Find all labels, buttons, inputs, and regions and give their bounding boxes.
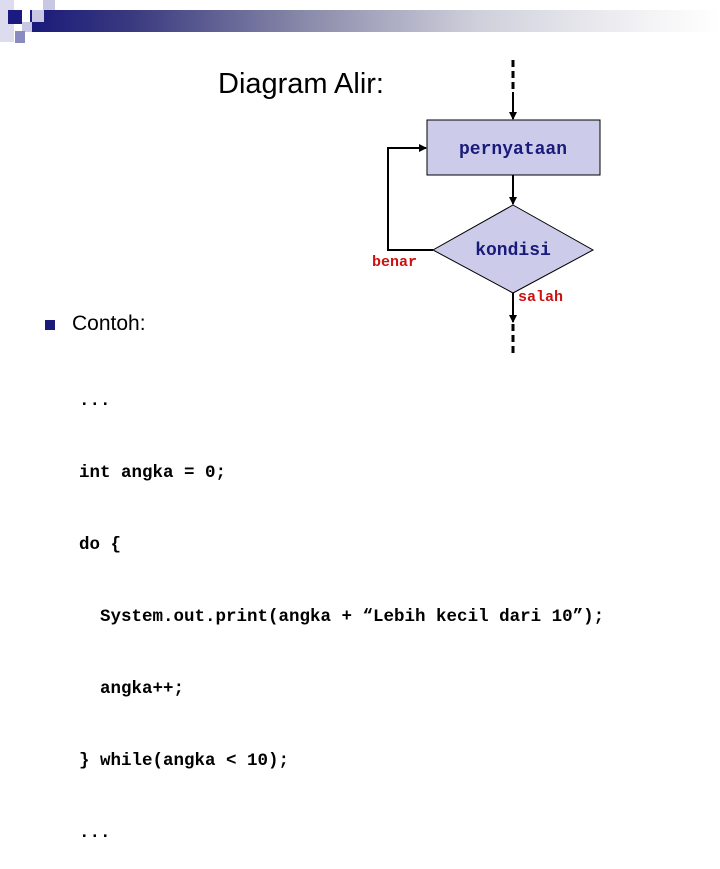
code-line: int angka = 0; <box>79 463 227 483</box>
statement-label: pernyataan <box>459 140 567 160</box>
code-block: ... int angka = 0; do { System.out.print… <box>79 341 604 869</box>
code-line: System.out.print(angka + “Lebih kecil da… <box>79 607 605 627</box>
bullet-square <box>45 320 55 330</box>
true-branch-label: benar <box>372 254 417 271</box>
true-loop-arrow <box>387 144 433 251</box>
code-line: angka++; <box>79 679 185 699</box>
code-line: ... <box>79 823 111 843</box>
example-heading: Contoh: <box>72 312 146 335</box>
code-line: do { <box>79 535 122 555</box>
false-branch-label: salah <box>518 289 563 306</box>
code-line: } while(angka < 10); <box>79 751 290 771</box>
code-line: ... <box>79 391 111 411</box>
condition-label: kondisi <box>475 241 551 261</box>
